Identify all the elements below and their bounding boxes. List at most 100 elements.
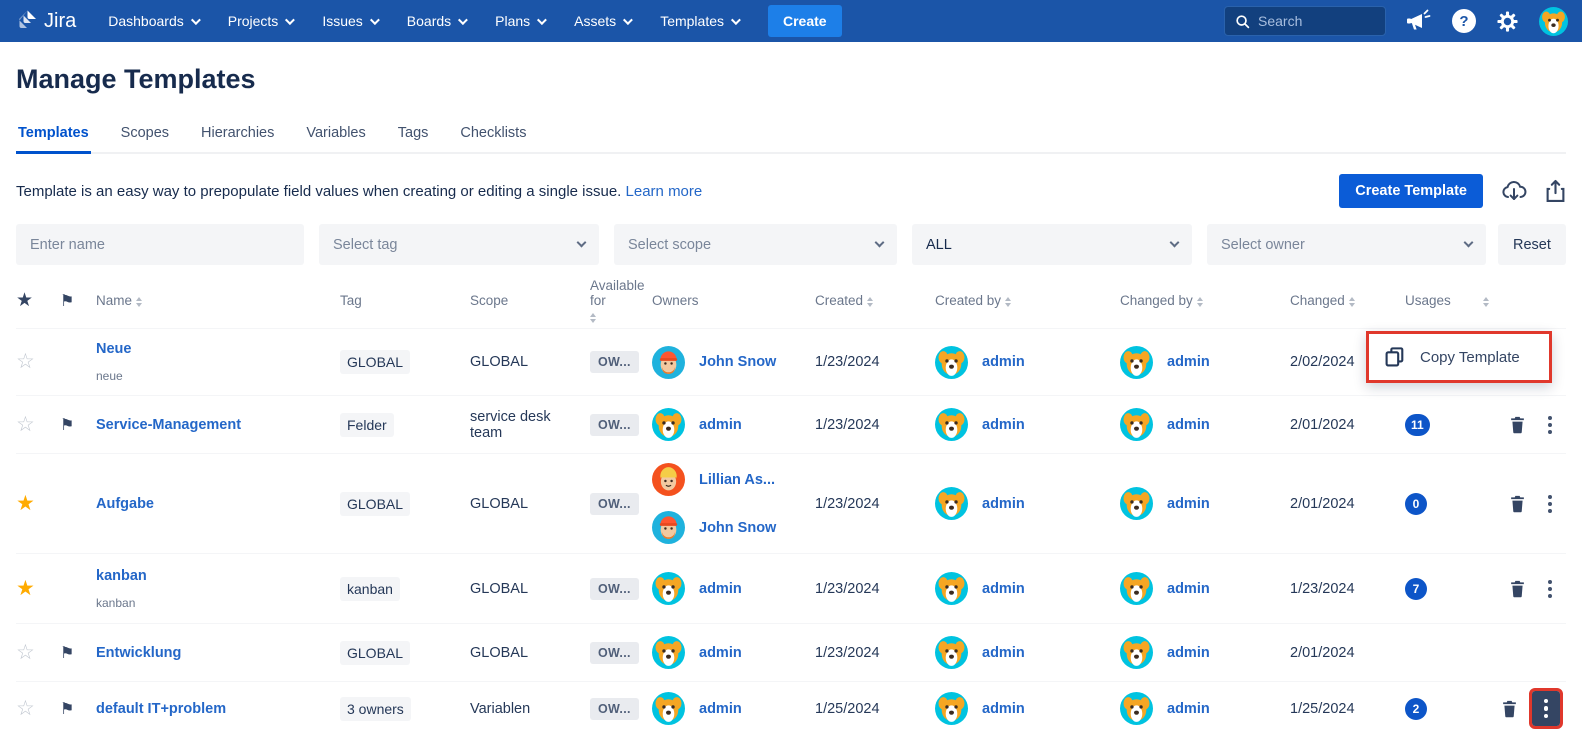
created-by-link[interactable]: admin xyxy=(982,417,1025,433)
usages-badge[interactable]: 2 xyxy=(1405,698,1427,720)
header-usages[interactable]: Usages xyxy=(1405,293,1480,308)
create-button[interactable]: Create xyxy=(768,5,842,37)
changed-by-link[interactable]: admin xyxy=(1167,417,1210,433)
delete-button[interactable] xyxy=(1509,416,1526,434)
header-changed[interactable]: Changed xyxy=(1290,293,1405,308)
tab-hierarchies[interactable]: Hierarchies xyxy=(199,119,276,152)
flag-icon: ⚑ xyxy=(60,645,74,662)
tab-variables[interactable]: Variables xyxy=(304,119,367,152)
row-menu-button[interactable] xyxy=(1540,576,1560,602)
favorite-star[interactable]: ☆ xyxy=(16,413,35,436)
delete-button[interactable] xyxy=(1509,580,1526,598)
template-name-link[interactable]: Neue xyxy=(96,341,340,357)
owner-link[interactable]: John Snow xyxy=(699,520,776,536)
tab-checklists[interactable]: Checklists xyxy=(458,119,528,152)
nav-templates[interactable]: Templates xyxy=(660,13,738,29)
row-menu-button[interactable] xyxy=(1540,412,1560,438)
created-by-link[interactable]: admin xyxy=(982,496,1025,512)
favorite-star[interactable]: ★ xyxy=(16,577,35,600)
table-row: ☆ ⚑ Entwicklung GLOBAL GLOBAL OW... admi… xyxy=(16,623,1566,681)
announcements-button[interactable] xyxy=(1406,9,1432,33)
available-for-badge[interactable]: OW... xyxy=(590,698,639,720)
owner-link[interactable]: John Snow xyxy=(699,354,776,370)
template-name-link[interactable]: Aufgabe xyxy=(96,496,340,512)
header-changed-by[interactable]: Changed by xyxy=(1120,293,1290,308)
template-name-link[interactable]: Service-Management xyxy=(96,417,340,433)
header-name[interactable]: Name xyxy=(96,293,340,308)
changed-date: 2/01/2024 xyxy=(1290,417,1405,433)
created-by-avatar xyxy=(935,346,968,379)
template-name-link[interactable]: default IT+problem xyxy=(96,701,340,717)
jira-logo[interactable]: Jira xyxy=(14,9,76,33)
usages-badge[interactable]: 11 xyxy=(1405,414,1430,436)
tab-tags[interactable]: Tags xyxy=(396,119,431,152)
created-by-link[interactable]: admin xyxy=(982,354,1025,370)
available-for-badge[interactable]: OW... xyxy=(590,578,639,600)
favorite-star[interactable]: ☆ xyxy=(16,697,35,720)
usages-badge[interactable]: 0 xyxy=(1405,493,1427,515)
usages-badge[interactable]: 7 xyxy=(1405,578,1427,600)
favorite-star[interactable]: ☆ xyxy=(16,641,35,664)
filter-scope-select[interactable]: Select scope xyxy=(614,224,897,265)
favorite-column-icon[interactable]: ★ xyxy=(16,289,33,312)
copy-template-menu-item[interactable]: Copy Template xyxy=(1366,331,1552,383)
changed-by-link[interactable]: admin xyxy=(1167,581,1210,597)
changed-by-link[interactable]: admin xyxy=(1167,354,1210,370)
filter-type-select[interactable]: ALL xyxy=(912,224,1192,265)
tag-badge: GLOBAL xyxy=(340,492,410,516)
filter-tag-select[interactable]: Select tag xyxy=(319,224,599,265)
settings-button[interactable] xyxy=(1496,10,1519,33)
delete-button[interactable] xyxy=(1501,700,1518,718)
search-box[interactable] xyxy=(1224,6,1386,36)
created-by-link[interactable]: admin xyxy=(982,701,1025,717)
help-button[interactable]: ? xyxy=(1452,9,1476,33)
header-available-for[interactable]: Available for xyxy=(590,278,652,323)
created-by-link[interactable]: admin xyxy=(982,581,1025,597)
available-for-badge[interactable]: OW... xyxy=(590,351,639,373)
search-input[interactable] xyxy=(1258,13,1368,29)
nav-dashboards[interactable]: Dashboards xyxy=(108,13,198,29)
available-for-badge[interactable]: OW... xyxy=(590,414,639,436)
changed-by-link[interactable]: admin xyxy=(1167,701,1210,717)
brand-name: Jira xyxy=(44,10,76,33)
filter-name-input[interactable] xyxy=(16,224,304,265)
row-menu-button-active[interactable] xyxy=(1532,691,1561,727)
header-created-by[interactable]: Created by xyxy=(935,293,1120,308)
changed-date: 2/01/2024 xyxy=(1290,496,1405,512)
table-row: ★ Aufgabe GLOBAL GLOBAL OW... Lillian As… xyxy=(16,453,1566,553)
row-menu-button[interactable] xyxy=(1540,491,1560,517)
nav-assets[interactable]: Assets xyxy=(574,13,630,29)
owner-link[interactable]: admin xyxy=(699,701,742,717)
create-template-button[interactable]: Create Template xyxy=(1339,174,1483,208)
owner-link[interactable]: Lillian As... xyxy=(699,472,775,488)
available-for-badge[interactable]: OW... xyxy=(590,493,639,515)
chevron-down-icon xyxy=(1170,238,1180,248)
import-templates-button[interactable] xyxy=(1501,179,1527,203)
filter-owner-select[interactable]: Select owner xyxy=(1207,224,1486,265)
tab-scopes[interactable]: Scopes xyxy=(119,119,171,152)
changed-by-link[interactable]: admin xyxy=(1167,496,1210,512)
header-created[interactable]: Created xyxy=(815,293,935,308)
flag-column-icon[interactable]: ⚑ xyxy=(60,291,74,311)
nav-issues[interactable]: Issues xyxy=(322,13,376,29)
created-by-link[interactable]: admin xyxy=(982,645,1025,661)
template-name-link[interactable]: Entwicklung xyxy=(96,645,340,661)
favorite-star[interactable]: ★ xyxy=(16,492,35,515)
nav-boards[interactable]: Boards xyxy=(407,13,465,29)
owner-link[interactable]: admin xyxy=(699,645,742,661)
favorite-star[interactable]: ☆ xyxy=(16,350,35,373)
sort-icon xyxy=(1349,297,1355,307)
owner-link[interactable]: admin xyxy=(699,581,742,597)
changed-by-link[interactable]: admin xyxy=(1167,645,1210,661)
reset-filters-button[interactable]: Reset xyxy=(1498,224,1566,265)
tab-templates[interactable]: Templates xyxy=(16,119,91,154)
owner-link[interactable]: admin xyxy=(699,417,742,433)
export-templates-button[interactable] xyxy=(1545,179,1566,203)
template-name-link[interactable]: kanban xyxy=(96,568,340,584)
learn-more-link[interactable]: Learn more xyxy=(626,183,703,200)
user-avatar[interactable] xyxy=(1539,7,1568,36)
delete-button[interactable] xyxy=(1509,495,1526,513)
available-for-badge[interactable]: OW... xyxy=(590,642,639,664)
nav-plans[interactable]: Plans xyxy=(495,13,544,29)
nav-projects[interactable]: Projects xyxy=(228,13,293,29)
